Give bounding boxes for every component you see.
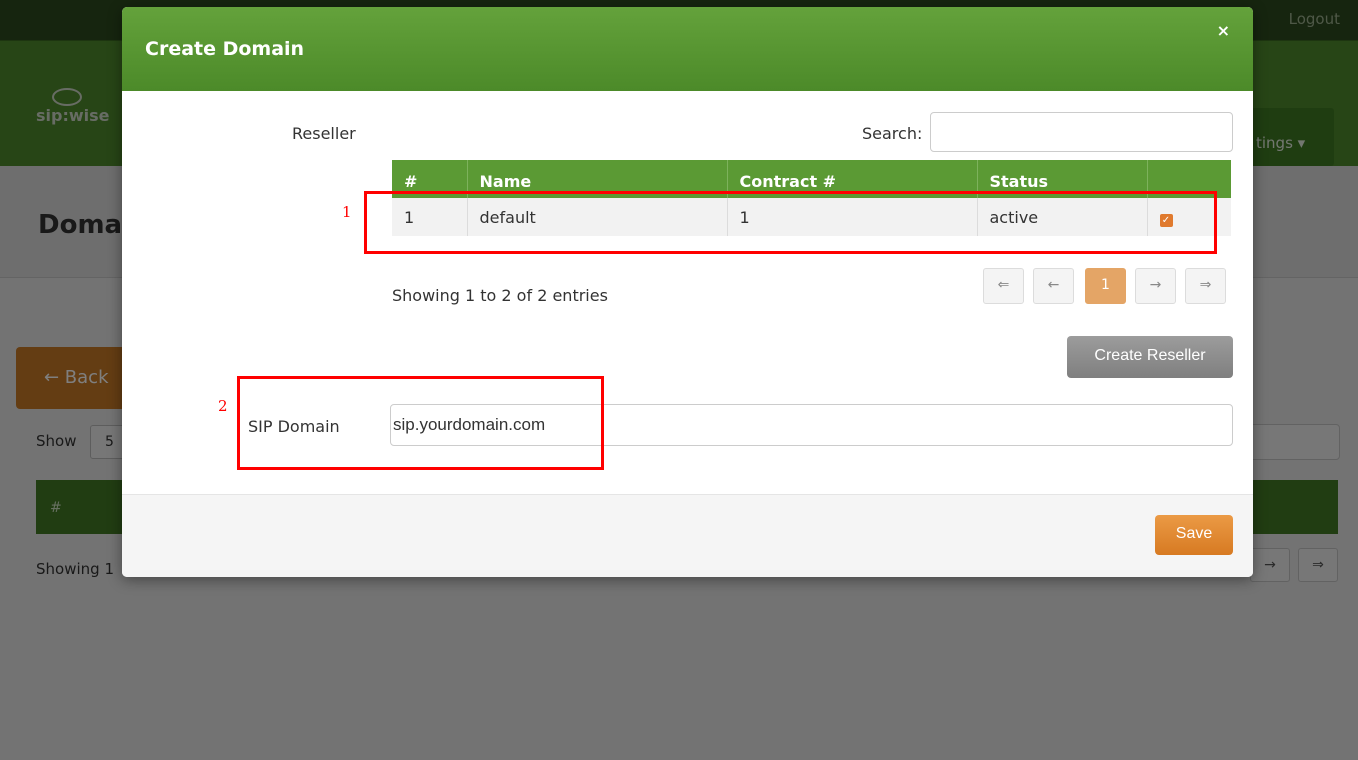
save-button[interactable]: Save — [1155, 515, 1233, 555]
previous-page-button[interactable]: ← — [1033, 268, 1074, 304]
reseller-label: Reseller — [292, 124, 356, 143]
reseller-search-input[interactable] — [930, 112, 1233, 152]
search-label: Search: — [862, 124, 923, 143]
annotation-box-1 — [364, 191, 1217, 254]
modal-title: Create Domain — [145, 38, 305, 60]
annotation-number-2: 2 — [218, 397, 228, 415]
create-domain-modal: Create Domain × Reseller Search: # Name … — [122, 7, 1253, 577]
first-page-button[interactable]: ⇐ — [983, 268, 1024, 304]
modal-header: Create Domain × — [122, 7, 1253, 91]
annotation-box-2 — [237, 376, 604, 470]
annotation-number-1: 1 — [342, 203, 352, 221]
showing-entries-text: Showing 1 to 2 of 2 entries — [392, 286, 608, 305]
next-page-button[interactable]: → — [1135, 268, 1176, 304]
create-reseller-button[interactable]: Create Reseller — [1067, 336, 1233, 378]
last-page-button[interactable]: ⇒ — [1185, 268, 1226, 304]
close-icon[interactable]: × — [1217, 21, 1230, 40]
current-page-button[interactable]: 1 — [1085, 268, 1126, 304]
modal-footer — [122, 494, 1253, 577]
